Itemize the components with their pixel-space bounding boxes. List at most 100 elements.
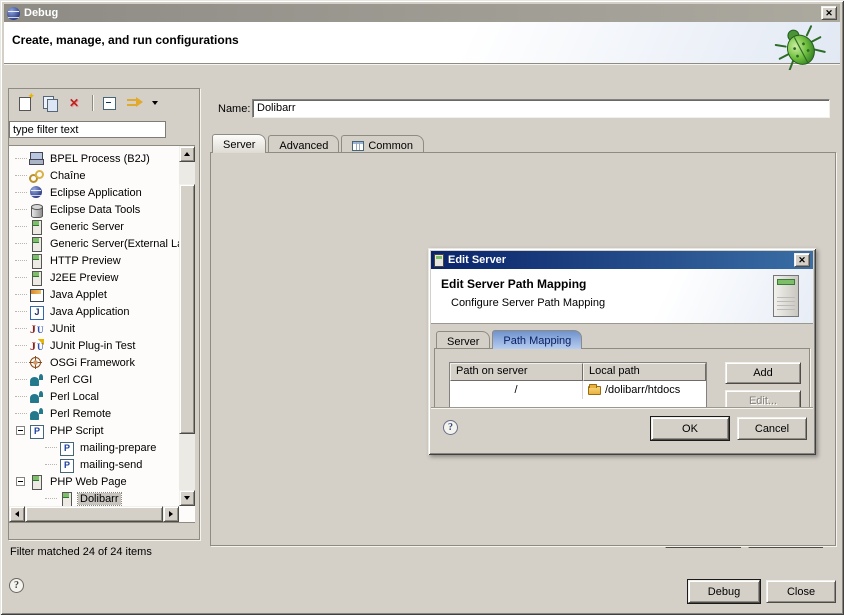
ok-button[interactable]: OK bbox=[651, 417, 729, 440]
tree-item-php-script[interactable]: PHP Script bbox=[9, 422, 179, 439]
tree-connector bbox=[15, 277, 27, 278]
filter-icon[interactable] bbox=[126, 95, 143, 111]
tree-item-label: Generic Server(External La bbox=[48, 238, 179, 250]
debug-button[interactable]: Debug bbox=[688, 580, 760, 603]
tree-item-junit[interactable]: JUnit bbox=[9, 320, 179, 337]
debug-bug-icon bbox=[774, 22, 826, 70]
tree-item-label: Chaîne bbox=[48, 170, 87, 182]
tab-common[interactable]: Common bbox=[341, 135, 424, 153]
tree-item-label: JUnit bbox=[48, 323, 77, 335]
tree-item-label: mailing-send bbox=[78, 459, 144, 471]
tree-item-junit-plug-in-test[interactable]: JUnit Plug-in Test bbox=[9, 337, 179, 354]
dialog-tab-server[interactable]: Server bbox=[436, 331, 490, 349]
tree-horizontal-scrollbar[interactable] bbox=[9, 506, 179, 522]
column-local-path[interactable]: Local path bbox=[583, 363, 706, 381]
tree-item-java-applet[interactable]: Java Applet bbox=[9, 286, 179, 303]
tree-connector bbox=[15, 379, 27, 380]
name-input[interactable]: Dolibarr bbox=[252, 99, 830, 118]
cancel-button[interactable]: Cancel bbox=[737, 417, 807, 440]
mapping-table-body: //dolibarr/htdocs bbox=[450, 381, 706, 399]
cell-path-on-server: / bbox=[450, 381, 583, 399]
table-row[interactable]: //dolibarr/htdocs bbox=[450, 381, 706, 399]
tab-server[interactable]: Server bbox=[212, 134, 266, 153]
column-path-on-server[interactable]: Path on server bbox=[450, 363, 583, 381]
main-tabs: Server Advanced Common bbox=[212, 134, 426, 153]
filter-input[interactable] bbox=[9, 121, 166, 138]
db-icon bbox=[29, 203, 44, 217]
tree-item-perl-cgi[interactable]: Perl CGI bbox=[9, 371, 179, 388]
horizontal-scroll-thumb[interactable] bbox=[25, 506, 163, 522]
tree-item-cha-ne[interactable]: Chaîne bbox=[9, 167, 179, 184]
scroll-right-button[interactable] bbox=[163, 506, 179, 522]
duplicate-configuration-icon[interactable] bbox=[42, 95, 59, 111]
close-button[interactable]: Close bbox=[766, 580, 836, 603]
php-icon bbox=[59, 458, 74, 472]
tree-collapse-icon[interactable] bbox=[16, 426, 25, 435]
tree-item-j2ee-preview[interactable]: J2EE Preview bbox=[9, 269, 179, 286]
tree-item-label: Generic Server bbox=[48, 221, 126, 233]
common-tab-icon bbox=[352, 141, 364, 151]
dialog-header-band: Create, manage, and run configurations bbox=[4, 22, 840, 64]
tree-item-label: Eclipse Application bbox=[48, 187, 144, 199]
scroll-down-button[interactable] bbox=[179, 490, 195, 506]
dialog-tab-path-mapping[interactable]: Path Mapping bbox=[492, 330, 582, 349]
tree-item-generic-server-external-la[interactable]: Generic Server(External La bbox=[9, 235, 179, 252]
tree-item-mailing-prepare[interactable]: mailing-prepare bbox=[9, 439, 179, 456]
window-close-button[interactable]: ✕ bbox=[821, 6, 837, 20]
tree-item-java-application[interactable]: Java Application bbox=[9, 303, 179, 320]
tree-item-label: JUnit Plug-in Test bbox=[48, 340, 137, 352]
tree-collapse-icon[interactable] bbox=[16, 477, 25, 486]
server-icon bbox=[29, 254, 44, 268]
vertical-scroll-thumb[interactable] bbox=[179, 184, 195, 434]
javaapp-icon bbox=[29, 305, 44, 319]
delete-configuration-icon[interactable] bbox=[67, 95, 84, 111]
window-title: Debug bbox=[24, 7, 58, 19]
dialog-help-icon[interactable]: ? bbox=[443, 420, 458, 435]
new-configuration-icon[interactable] bbox=[17, 95, 34, 111]
edit-server-heading: Edit Server Path Mapping bbox=[441, 277, 586, 291]
edit-server-close-button[interactable]: ✕ bbox=[794, 253, 810, 267]
tree-item-php-web-page[interactable]: PHP Web Page bbox=[9, 473, 179, 490]
tree-connector bbox=[15, 345, 27, 346]
sphere-icon bbox=[29, 186, 44, 200]
tree-item-http-preview[interactable]: HTTP Preview bbox=[9, 252, 179, 269]
tree-item-generic-server[interactable]: Generic Server bbox=[9, 218, 179, 235]
tree-connector bbox=[15, 192, 27, 193]
dialog-tab-path-mapping-label: Path Mapping bbox=[503, 335, 571, 347]
tree-item-label: Perl Local bbox=[48, 391, 101, 403]
edit-server-title: Edit Server bbox=[448, 254, 506, 266]
tab-advanced[interactable]: Advanced bbox=[268, 135, 339, 153]
tree-connector bbox=[45, 447, 57, 448]
add-mapping-button[interactable]: Add bbox=[725, 362, 801, 384]
collapse-all-icon[interactable] bbox=[101, 95, 118, 111]
config-tree: BPEL Process (B2J) Chaîne Eclipse Applicat… bbox=[9, 146, 179, 506]
edit-server-dialog: Edit Server ✕ Edit Server Path Mapping C… bbox=[428, 248, 816, 455]
help-icon[interactable]: ? bbox=[9, 578, 24, 593]
server-icon bbox=[434, 254, 444, 267]
tree-item-eclipse-application[interactable]: Eclipse Application bbox=[9, 184, 179, 201]
tree-item-mailing-send[interactable]: mailing-send bbox=[9, 456, 179, 473]
tree-item-perl-local[interactable]: Perl Local bbox=[9, 388, 179, 405]
osgi-icon bbox=[29, 356, 44, 370]
dialog-tab-server-label: Server bbox=[447, 336, 479, 348]
tree-item-label: Java Applet bbox=[48, 289, 109, 301]
path-mapping-table[interactable]: Path on server Local path //dolibarr/htd… bbox=[449, 362, 707, 410]
applet-icon bbox=[29, 288, 44, 302]
tree-item-label: HTTP Preview bbox=[48, 255, 123, 267]
tree-item-bpel-process-b2j[interactable]: BPEL Process (B2J) bbox=[9, 150, 179, 167]
tree-item-perl-remote[interactable]: Perl Remote bbox=[9, 405, 179, 422]
tree-item-label: OSGi Framework bbox=[48, 357, 137, 369]
cancel-button-label: Cancel bbox=[755, 423, 789, 435]
scroll-left-button[interactable] bbox=[9, 506, 25, 522]
tree-item-dolibarr[interactable]: Dolibarr bbox=[9, 490, 179, 506]
edit-server-subheading: Configure Server Path Mapping bbox=[451, 297, 605, 309]
junit-icon bbox=[29, 322, 44, 336]
dropdown-caret-icon[interactable] bbox=[151, 95, 160, 111]
tree-connector bbox=[15, 396, 27, 397]
tree-item-eclipse-data-tools[interactable]: Eclipse Data Tools bbox=[9, 201, 179, 218]
tree-item-label: Java Application bbox=[48, 306, 132, 318]
eclipse-icon bbox=[7, 7, 20, 20]
scroll-up-button[interactable] bbox=[179, 146, 195, 162]
tree-item-osgi-framework[interactable]: OSGi Framework bbox=[9, 354, 179, 371]
tree-vertical-scrollbar[interactable] bbox=[179, 146, 195, 506]
